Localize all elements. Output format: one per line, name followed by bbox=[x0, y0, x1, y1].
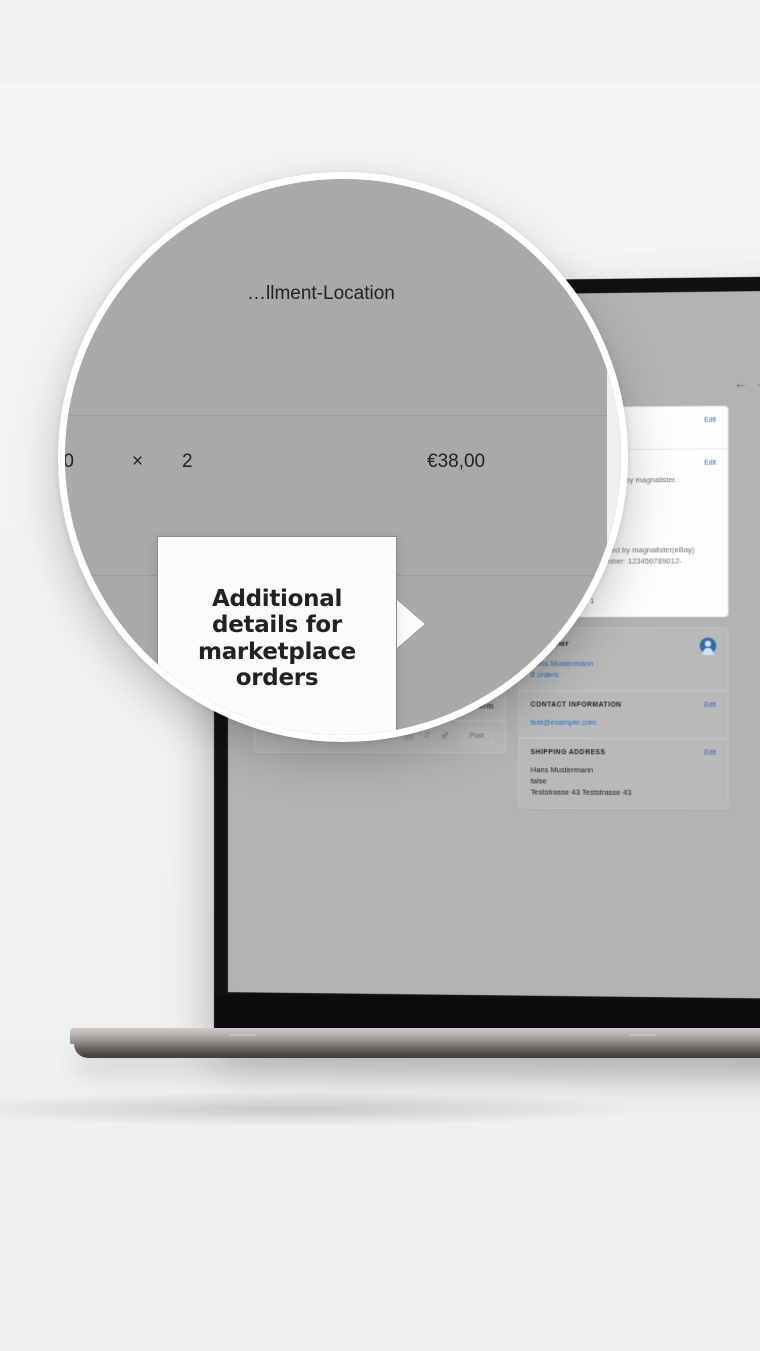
shipping-edit-link[interactable]: Edit bbox=[704, 748, 716, 758]
shipping-line: Hans Mustermann bbox=[530, 765, 594, 776]
shipping-heading: SHIPPING ADDRESS bbox=[530, 748, 606, 757]
quantity: 2 bbox=[182, 451, 193, 472]
laptop-base bbox=[70, 1028, 760, 1068]
callout-line: Additional bbox=[211, 585, 343, 612]
magnifier-lens: …llment-Location 9,00 × 2 €38,00 Mark as… bbox=[65, 179, 621, 735]
scene: ←→ €59,00 €2,75 €11,21 €61,75 bbox=[0, 0, 760, 1351]
base-notch bbox=[230, 1034, 256, 1036]
callout-line: marketplace bbox=[198, 638, 356, 665]
laptop-base-front bbox=[74, 1042, 760, 1058]
callout-badge: Additional details for marketplace order… bbox=[157, 536, 425, 735]
back-arrow-icon[interactable]: ← bbox=[734, 376, 755, 391]
notes-edit-link[interactable]: Edit bbox=[704, 416, 716, 426]
fulfillment-location-label: …llment-Location bbox=[247, 283, 395, 304]
laptop-shadow bbox=[0, 1092, 640, 1126]
forward-arrow-icon[interactable]: → bbox=[754, 376, 760, 391]
shipping-address-section: Edit SHIPPING ADDRESS Hans Mustermann fa… bbox=[519, 739, 727, 809]
callout-line: orders bbox=[235, 664, 319, 691]
times-symbol: × bbox=[132, 451, 144, 472]
callout-line: details for bbox=[212, 612, 342, 639]
callout-text: Additional details for marketplace order… bbox=[198, 586, 356, 692]
additional-details-edit-link[interactable]: Edit bbox=[704, 458, 716, 468]
line-total: €38,00 bbox=[427, 451, 486, 472]
background-top bbox=[0, 0, 760, 84]
nav-arrows[interactable]: ←→ bbox=[734, 375, 760, 395]
callout-box: Additional details for marketplace order… bbox=[157, 536, 397, 735]
base-notch bbox=[630, 1034, 656, 1036]
panel-gap bbox=[607, 179, 621, 735]
callout-pointer bbox=[395, 598, 425, 650]
shipping-line: Teststrasse 43 Teststrasse 43 bbox=[530, 787, 632, 798]
unit-price: 9,00 bbox=[65, 451, 74, 472]
contact-edit-link[interactable]: Edit bbox=[704, 700, 716, 710]
shipping-line: false bbox=[530, 776, 547, 786]
magnifier: …llment-Location 9,00 × 2 €38,00 Mark as… bbox=[58, 172, 628, 742]
